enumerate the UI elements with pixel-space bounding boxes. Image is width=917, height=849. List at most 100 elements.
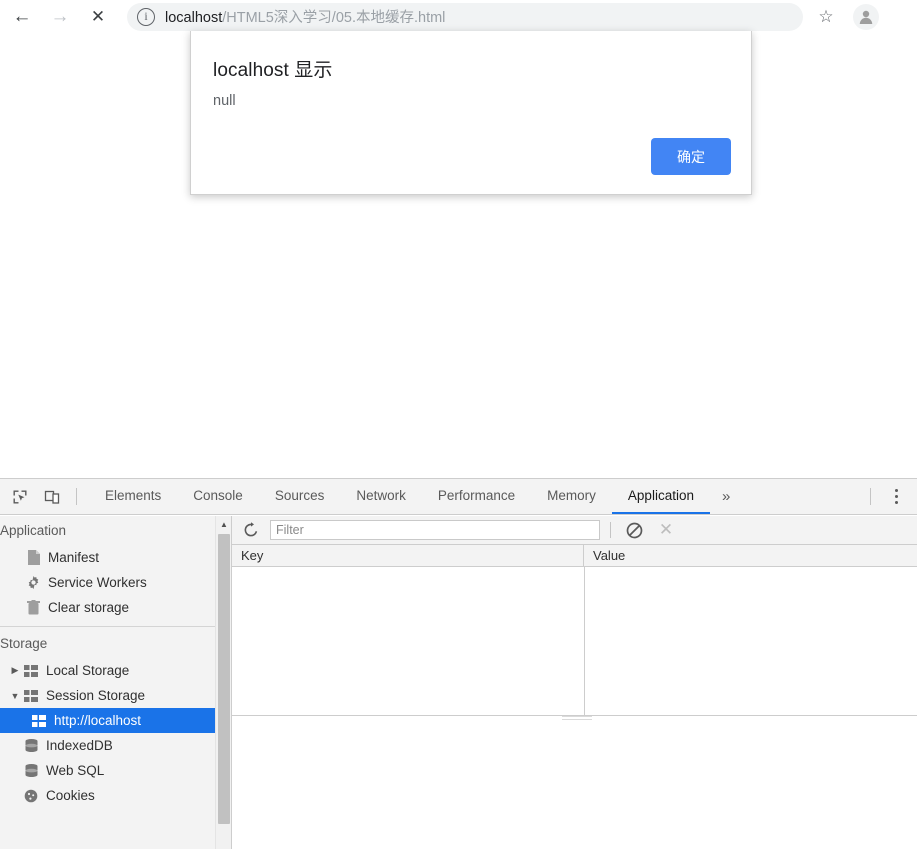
- chevron-right-icon[interactable]: ▶: [8, 665, 22, 676]
- table-body[interactable]: [232, 567, 917, 716]
- tab-label: Performance: [437, 488, 516, 503]
- section-label: Application: [0, 523, 67, 538]
- back-button[interactable]: ←: [6, 1, 38, 33]
- sidebar-item-session-storage[interactable]: ▼ Session Storage: [0, 683, 215, 708]
- arrow-right-icon: →: [50, 6, 70, 27]
- database-icon: [22, 763, 40, 778]
- storage-toolbar: ✕: [232, 516, 917, 545]
- devtools-tabbar: Elements Console Sources Network Perform…: [0, 479, 917, 515]
- clear-all-icon[interactable]: [621, 518, 647, 542]
- sidebar-item-cookies[interactable]: Cookies: [0, 783, 215, 808]
- person-icon: [859, 10, 873, 24]
- forward-button[interactable]: →: [44, 1, 76, 33]
- refresh-glyph: [244, 522, 258, 537]
- pane-resize-handle[interactable]: [562, 714, 592, 720]
- tab-network[interactable]: Network: [340, 479, 422, 514]
- delete-icon[interactable]: ✕: [653, 518, 679, 542]
- table-icon: [22, 689, 40, 702]
- sidebar-scrollbar[interactable]: ▲: [215, 516, 231, 849]
- sidebar-item-manifest[interactable]: Manifest: [0, 545, 215, 570]
- sidebar-item-clear-storage[interactable]: Clear storage: [0, 595, 215, 620]
- star-icon: ☆: [818, 6, 834, 26]
- sidebar-section-application-title: Application: [0, 516, 215, 545]
- stop-loading-button[interactable]: ✕: [82, 1, 114, 33]
- inspect-element-icon[interactable]: [6, 483, 34, 511]
- devtools-body: Application Manifest Service Workers Cle…: [0, 516, 917, 849]
- tab-label: Sources: [274, 488, 325, 503]
- table-header-row: Key Value: [232, 545, 917, 567]
- column-resize-divider[interactable]: [584, 567, 585, 715]
- inspect-element-glyph: [13, 490, 27, 503]
- storage-table: Key Value: [232, 545, 917, 717]
- chevron-down-icon[interactable]: ▼: [8, 691, 22, 701]
- javascript-alert-dialog: localhost 显示 null 确定: [190, 31, 752, 195]
- tab-label: Console: [193, 488, 243, 503]
- toolbar-divider-right: [870, 488, 871, 505]
- column-header-key[interactable]: Key: [232, 545, 584, 566]
- bookmark-star-icon[interactable]: ☆: [811, 2, 841, 32]
- document-icon: [24, 550, 42, 565]
- sidebar-item-label: Local Storage: [46, 663, 130, 678]
- site-info-icon[interactable]: i: [137, 7, 155, 26]
- sidebar-item-label: Web SQL: [46, 763, 105, 778]
- sidebar-item-local-storage[interactable]: ▶ Local Storage: [0, 658, 215, 683]
- table-icon: [22, 664, 40, 677]
- close-icon: ✕: [90, 7, 106, 26]
- tab-elements[interactable]: Elements: [89, 479, 177, 514]
- tab-application[interactable]: Application: [611, 479, 710, 514]
- dialog-message: null: [213, 93, 236, 109]
- tab-memory[interactable]: Memory: [531, 479, 612, 514]
- avatar[interactable]: [853, 3, 879, 30]
- devtools-tab-list: Elements Console Sources Network Perform…: [89, 479, 742, 514]
- sidebar-item-label: Cookies: [46, 788, 95, 803]
- sidebar-item-indexeddb[interactable]: IndexedDB: [0, 733, 215, 758]
- device-toolbar-icon[interactable]: [38, 483, 66, 511]
- tabs-overflow-button[interactable]: »: [710, 479, 742, 514]
- scrollbar-thumb[interactable]: [218, 534, 230, 824]
- storage-panel: ✕ Key Value: [232, 516, 917, 849]
- tab-console[interactable]: Console: [177, 479, 259, 514]
- tab-label: Elements: [105, 488, 162, 503]
- more-options-icon[interactable]: [881, 483, 911, 511]
- tab-label: Network: [356, 488, 406, 503]
- url-path: /HTML5深入学习/05.本地缓存.html: [222, 10, 446, 26]
- devtools-tabbar-right: [860, 479, 917, 514]
- chevron-double-right-icon: »: [721, 488, 731, 505]
- scroll-up-arrow-icon[interactable]: ▲: [216, 516, 231, 532]
- sidebar-item-web-sql[interactable]: Web SQL: [0, 758, 215, 783]
- toolbar-divider: [610, 522, 611, 538]
- sidebar-section-storage-title: Storage: [0, 629, 215, 658]
- sidebar-item-label: Session Storage: [46, 688, 146, 703]
- device-toolbar-glyph: [44, 490, 60, 504]
- sidebar-item-service-workers[interactable]: Service Workers: [0, 570, 215, 595]
- value-preview-pane: [232, 714, 917, 849]
- sidebar-item-label: http://localhost: [54, 713, 142, 728]
- dialog-title: localhost 显示: [213, 60, 333, 81]
- trash-icon: [24, 600, 42, 615]
- sidebar-item-http-localhost[interactable]: http://localhost: [0, 708, 215, 733]
- sidebar-scrollport: Application Manifest Service Workers Cle…: [0, 516, 215, 849]
- block-glyph: [626, 522, 642, 538]
- url-host: localhost: [165, 10, 223, 26]
- browser-toolbar: ← → ✕ i localhost/HTML5深入学习/05.本地缓存.html…: [0, 0, 917, 33]
- tab-sources[interactable]: Sources: [259, 479, 341, 514]
- tab-performance[interactable]: Performance: [422, 479, 531, 514]
- table-icon: [30, 714, 48, 727]
- address-bar-url: localhost/HTML5深入学习/05.本地缓存.html: [165, 6, 445, 27]
- column-header-value[interactable]: Value: [584, 545, 917, 566]
- sidebar-divider: [0, 626, 215, 627]
- filter-input[interactable]: [270, 520, 600, 540]
- application-sidebar: Application Manifest Service Workers Cle…: [0, 516, 232, 849]
- cookie-icon: [22, 789, 40, 803]
- devtools-panel: Elements Console Sources Network Perform…: [0, 478, 917, 849]
- refresh-icon[interactable]: [238, 518, 264, 542]
- arrow-left-icon: ←: [12, 6, 32, 27]
- dialog-ok-button[interactable]: 确定: [651, 138, 731, 175]
- section-label: Storage: [0, 636, 48, 651]
- address-bar[interactable]: i localhost/HTML5深入学习/05.本地缓存.html: [127, 2, 803, 31]
- sidebar-item-label: Clear storage: [48, 600, 130, 615]
- tab-label: Application: [627, 488, 694, 503]
- tab-label: Memory: [547, 488, 596, 503]
- sidebar-item-label: IndexedDB: [46, 738, 113, 753]
- toolbar-divider: [76, 488, 77, 505]
